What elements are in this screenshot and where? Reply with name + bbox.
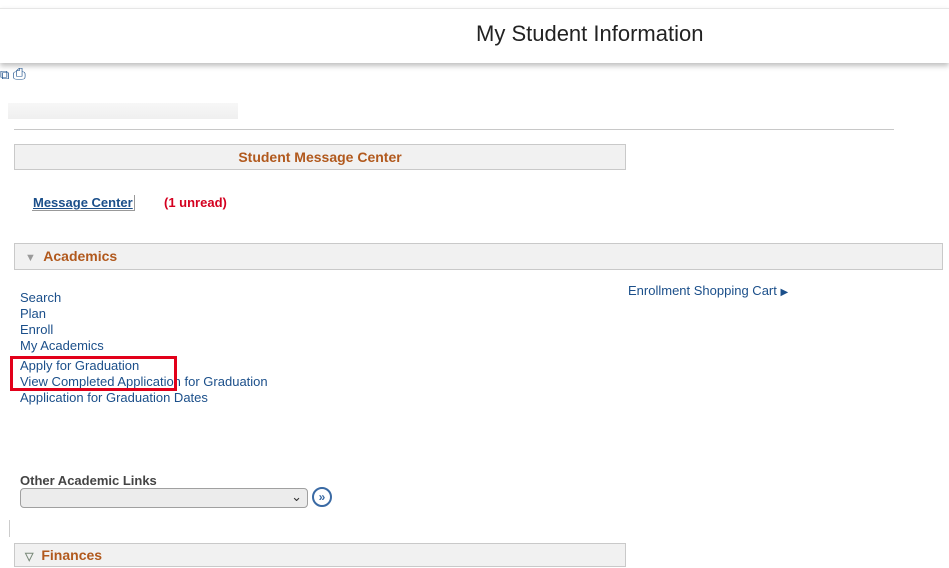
finances-heading: Finances [41,547,103,563]
print-icon[interactable]: ⎙ [13,66,26,83]
search-link[interactable]: Search [20,290,268,306]
enrollment-shopping-cart-link[interactable]: Enrollment Shopping Cart ▶ [628,283,788,298]
collapse-triangle-icon[interactable]: ▼ [25,246,36,271]
finances-section-header[interactable]: ▽ Finances [14,543,626,567]
academics-heading: Academics [43,248,118,264]
chevron-down-icon: ⌄ [291,489,302,504]
go-button[interactable]: » [312,487,332,507]
toolbar: ⧉ ⎙ [0,66,26,84]
faded-breadcrumb [8,103,238,119]
unread-count: (1 unread) [164,195,227,210]
cart-label: Enrollment Shopping Cart [628,283,777,298]
other-academic-links-label: Other Academic Links [20,473,157,488]
other-academic-links-select[interactable]: ⌄ [20,488,308,508]
message-center-heading: Student Message Center [14,144,626,170]
divider [14,129,894,130]
my-academics-link[interactable]: My Academics [20,338,268,354]
highlight-box [10,356,177,391]
academics-section-header[interactable]: ▼ Academics [14,243,943,270]
message-center-link[interactable]: Message Center [32,195,135,211]
divider-tick [9,520,10,537]
plan-link[interactable]: Plan [20,306,268,322]
enroll-link[interactable]: Enroll [20,322,268,338]
new-window-icon[interactable]: ⧉ [0,67,9,82]
top-header-bar: My Student Information [0,8,949,63]
graduation-dates-link[interactable]: Application for Graduation Dates [20,390,268,406]
arrow-right-icon: ▶ [780,287,789,298]
collapse-triangle-icon[interactable]: ▽ [25,546,33,568]
page-title: My Student Information [476,21,704,46]
